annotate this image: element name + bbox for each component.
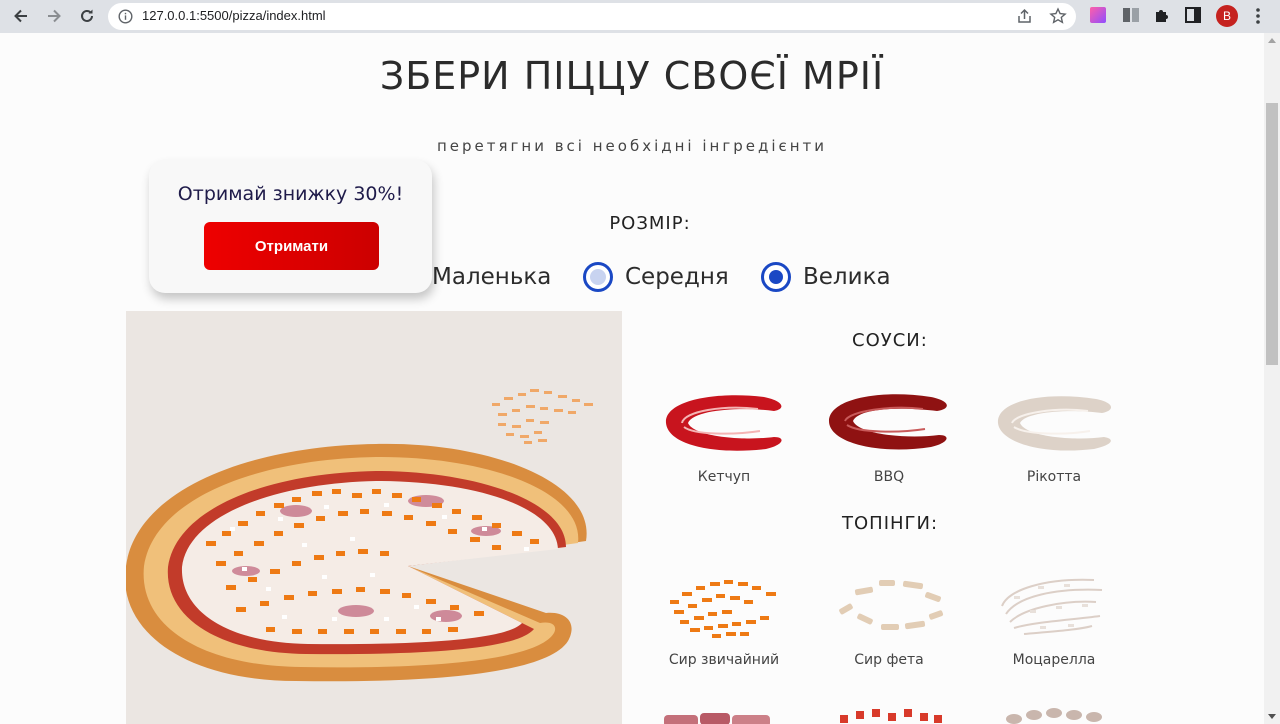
size-option-large[interactable]: Велика [761, 261, 891, 293]
topping-mozzarella[interactable]: Моцарелла [984, 566, 1124, 676]
reload-icon[interactable] [75, 5, 99, 27]
info-icon[interactable] [118, 9, 133, 24]
size-option-medium[interactable]: Середня [583, 261, 729, 293]
tomato-topping-icon[interactable] [836, 705, 946, 724]
extension-color-icon[interactable] [1089, 6, 1107, 24]
page-title: ЗБЕРИ ПІЦЦУ СВОЄЇ МРІЇ [379, 54, 885, 98]
side-panel-icon[interactable] [1184, 6, 1202, 24]
url-text[interactable]: 127.0.0.1:5500/pizza/index.html [142, 8, 326, 23]
scroll-down-arrow-icon[interactable] [1268, 714, 1276, 719]
ketchup-icon[interactable] [654, 383, 794, 463]
sauce-ricotta[interactable]: Рікотта [984, 383, 1124, 493]
page-subtitle: перетягни всі необхідні інгредієнти [436, 137, 828, 155]
discount-popup: Отримай знижку 30%! Отримати [149, 160, 432, 293]
profile-avatar[interactable]: B [1216, 5, 1238, 27]
address-bar[interactable]: 127.0.0.1:5500/pizza/index.html [108, 3, 1076, 30]
size-option-label[interactable]: Середня [625, 264, 729, 290]
toppings-label: ТОПІНГИ: [842, 513, 939, 534]
ricotta-icon[interactable] [984, 383, 1124, 463]
feta-cheese-icon[interactable] [819, 566, 959, 646]
menu-icon[interactable] [1252, 6, 1264, 26]
dragged-cheese-topping[interactable] [490, 389, 598, 444]
size-option-label[interactable]: Велика [803, 264, 891, 290]
star-icon[interactable] [1049, 7, 1067, 25]
ingredient-name: Сир звичайний [668, 652, 780, 668]
sauce-ketchup[interactable]: Кетчуп [654, 383, 794, 493]
size-option-label[interactable]: Маленька [432, 264, 551, 290]
topping-feta-cheese[interactable]: Сир фета [819, 566, 959, 676]
ingredient-name: Сир фета [854, 652, 924, 668]
ingredient-name: Кетчуп [697, 469, 751, 485]
share-icon[interactable] [1016, 8, 1033, 25]
get-discount-button[interactable]: Отримати [204, 222, 379, 270]
discount-text: Отримай знижку 30%! [177, 183, 404, 205]
bbq-sauce-icon[interactable] [819, 383, 959, 463]
radio-button-selected[interactable] [761, 262, 791, 292]
mushroom-topping-icon[interactable] [1004, 707, 1114, 724]
page-viewport: ЗБЕРИ ПІЦЦУ СВОЄЇ МРІЇ перетягни всі нео… [0, 33, 1264, 724]
regular-cheese-icon[interactable] [654, 566, 794, 646]
size-option-small[interactable]: Маленька [432, 261, 551, 293]
radio-button[interactable] [583, 262, 613, 292]
topping-regular-cheese[interactable]: Сир звичайний [654, 566, 794, 676]
pizza-drop-zone[interactable] [126, 311, 622, 724]
scroll-up-arrow-icon[interactable] [1268, 38, 1276, 43]
ingredient-name: Моцарелла [1012, 652, 1096, 668]
forward-icon[interactable] [42, 5, 66, 27]
sauces-label: СОУСИ: [852, 330, 928, 351]
mozzarella-icon[interactable] [984, 566, 1124, 646]
sauce-bbq[interactable]: BBQ [819, 383, 959, 493]
browser-toolbar: 127.0.0.1:5500/pizza/index.html B [0, 0, 1280, 33]
pizza-image [126, 389, 598, 682]
puzzle-icon[interactable] [1153, 6, 1171, 24]
vertical-scrollbar[interactable] [1264, 33, 1280, 724]
ham-topping-icon[interactable] [664, 709, 774, 724]
ingredient-name: Рікотта [1026, 469, 1082, 485]
back-icon[interactable] [9, 5, 33, 27]
scrollbar-thumb[interactable] [1266, 103, 1278, 365]
extension-tile-icon[interactable] [1122, 6, 1140, 24]
ingredient-name: BBQ [873, 469, 905, 485]
